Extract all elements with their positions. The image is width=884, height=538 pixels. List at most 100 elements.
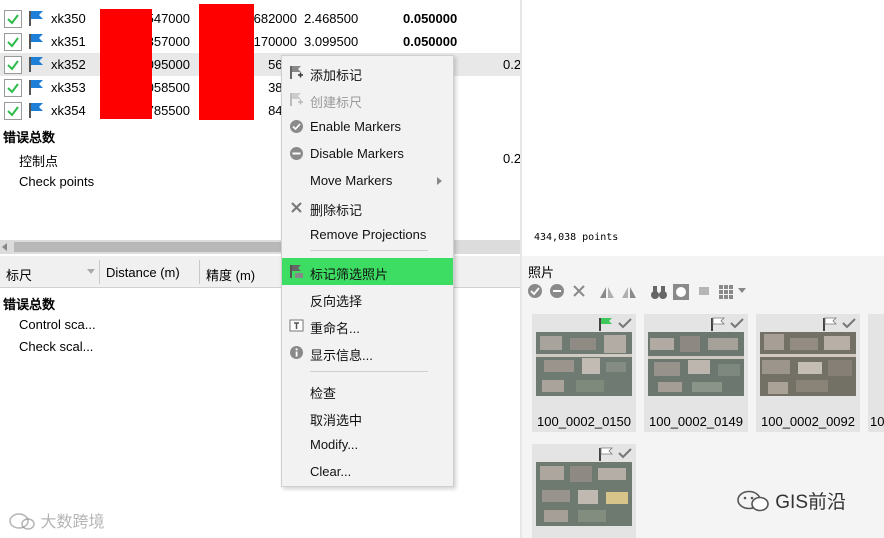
menu-item-check[interactable]: 检查 <box>282 377 453 404</box>
marker-accuracy: 0.050000 <box>403 11 458 26</box>
menu-item-delete-markers[interactable]: 删除标记 <box>282 194 453 221</box>
menu-item-uncheck[interactable]: 取消选中 <box>282 404 453 431</box>
check-circle-icon <box>289 119 304 134</box>
control-points-error: 0.2 <box>503 151 520 166</box>
menu-item-label: 检查 <box>310 386 337 401</box>
menu-item-label: Clear... <box>310 464 352 479</box>
mask-icon[interactable] <box>672 283 690 301</box>
scroll-left-icon[interactable] <box>2 243 7 251</box>
menu-item-show-info[interactable]: 显示信息... <box>282 339 453 366</box>
menu-separator <box>310 371 428 372</box>
enable-icon[interactable] <box>527 283 545 301</box>
marker-name: xk354 <box>51 103 86 118</box>
marker-checkbox[interactable] <box>4 10 22 28</box>
wechat-logo-icon <box>9 513 35 530</box>
menu-item-label: 显示信息... <box>310 348 373 363</box>
menu-separator <box>310 250 428 251</box>
photo-thumbnail[interactable]: 100_0002_0149 <box>644 314 748 432</box>
rename-icon <box>289 318 304 333</box>
sort-arrow-icon[interactable] <box>87 269 95 274</box>
rotate-left-icon[interactable] <box>598 283 616 301</box>
control-points-label: 控制点 <box>19 154 59 169</box>
model-view[interactable] <box>522 0 884 256</box>
scrollbar-thumb[interactable] <box>14 242 314 252</box>
blue-flag-icon <box>28 33 45 53</box>
menu-item-label: 标记筛选照片 <box>310 267 389 282</box>
column-distance[interactable]: Distance (m) <box>106 265 180 280</box>
blue-flag-icon <box>28 79 45 99</box>
menu-item-clear[interactable]: Clear... <box>282 458 453 485</box>
marker-name: xk351 <box>51 34 86 49</box>
menu-item-label: 重命名... <box>310 321 360 336</box>
menu-item-invert-selection[interactable]: 反向选择 <box>282 285 453 312</box>
blue-flag-icon <box>28 56 45 76</box>
column-divider <box>99 260 100 284</box>
photo-thumbnail[interactable]: 10 <box>868 314 884 432</box>
binoculars-icon[interactable] <box>650 283 668 301</box>
menu-item-label: 创建标尺 <box>310 95 363 110</box>
photos-panel-title: 照片 <box>528 265 555 280</box>
aerial-photo <box>648 332 744 396</box>
check-icon <box>730 317 744 332</box>
photo-thumbnail[interactable]: 100_0002_0092 <box>756 314 860 432</box>
marker-accuracy: 0.050000 <box>403 34 458 49</box>
watermark-left-text: 大数跨境 <box>40 514 105 531</box>
remove-icon[interactable] <box>571 283 589 301</box>
photo-thumbnail[interactable]: 100_0002_0150 <box>532 314 636 432</box>
menu-item-enable-markers[interactable]: Enable Markers <box>282 113 453 140</box>
points-count-label: 434,038 points <box>534 232 619 243</box>
check-points-label: Check points <box>19 174 95 189</box>
marker-row[interactable]: xk350 547000 682000 2.468500 0.050000 <box>0 7 520 30</box>
menu-item-label: Disable Markers <box>310 146 404 161</box>
marker-checkbox[interactable] <box>4 79 22 97</box>
photo-caption: 100_0002_0149 <box>649 414 743 429</box>
redaction-block <box>100 9 152 119</box>
menu-item-modify[interactable]: Modify... <box>282 431 453 458</box>
menu-item-move-markers[interactable]: Move Markers <box>282 167 453 194</box>
menu-item-rename[interactable]: 重命名... <box>282 312 453 339</box>
create-scalebar-icon <box>289 92 304 107</box>
check-icon <box>842 317 856 332</box>
menu-item-filter-photos-by-markers[interactable]: 标记筛选照片 <box>282 258 453 285</box>
marker-checkbox[interactable] <box>4 33 22 51</box>
watermark-right: GIS前沿 <box>736 487 846 514</box>
menu-item-disable-markers[interactable]: Disable Markers <box>282 140 453 167</box>
aerial-photo <box>536 332 632 396</box>
marker-checkbox[interactable] <box>4 56 22 74</box>
column-scale[interactable]: 标尺 <box>6 265 32 284</box>
check-scale-label: Check scal... <box>19 339 94 354</box>
watermark-right-text: GIS前沿 <box>775 492 847 513</box>
close-icon <box>289 200 304 215</box>
menu-item-add-marker[interactable]: 添加标记 <box>282 59 453 86</box>
blue-flag-icon <box>28 102 45 122</box>
photo-caption: 10 <box>870 414 884 429</box>
menu-item-label: 添加标记 <box>310 68 363 83</box>
info-icon <box>289 345 304 360</box>
menu-item-label: 取消选中 <box>310 413 363 428</box>
menu-item-label: Remove Projections <box>310 227 427 242</box>
marker-row[interactable]: xk351 357000 170000 3.099500 0.050000 <box>0 30 520 53</box>
aerial-photo <box>536 462 632 526</box>
rotate-right-icon[interactable] <box>620 283 638 301</box>
photo-thumbnail[interactable] <box>532 444 636 538</box>
grid-view-icon[interactable] <box>718 283 736 301</box>
marker-name: xk352 <box>51 57 86 72</box>
thumbnail-small-icon[interactable] <box>696 283 714 301</box>
marker-checkbox[interactable] <box>4 102 22 120</box>
menu-item-label: 删除标记 <box>310 203 363 218</box>
blue-flag-icon <box>28 10 45 30</box>
marker-error: 0.2 <box>503 57 520 72</box>
menu-item-label: Move Markers <box>310 173 393 188</box>
aerial-photo <box>760 332 856 396</box>
column-accuracy[interactable]: 精度 (m) <box>206 265 255 284</box>
marker-coord-z: 2.468500 <box>304 11 359 26</box>
filter-photos-icon <box>289 264 304 279</box>
menu-item-label: Modify... <box>310 437 359 452</box>
check-icon <box>618 317 632 332</box>
disable-icon[interactable] <box>549 283 567 301</box>
chevron-down-icon[interactable] <box>738 288 746 293</box>
scalebars-summary-header: 错误总数 <box>3 297 56 312</box>
minus-circle-icon <box>289 146 304 161</box>
menu-item-remove-projections[interactable]: Remove Projections <box>282 221 453 248</box>
photo-caption: 100_0002_0092 <box>761 414 855 429</box>
